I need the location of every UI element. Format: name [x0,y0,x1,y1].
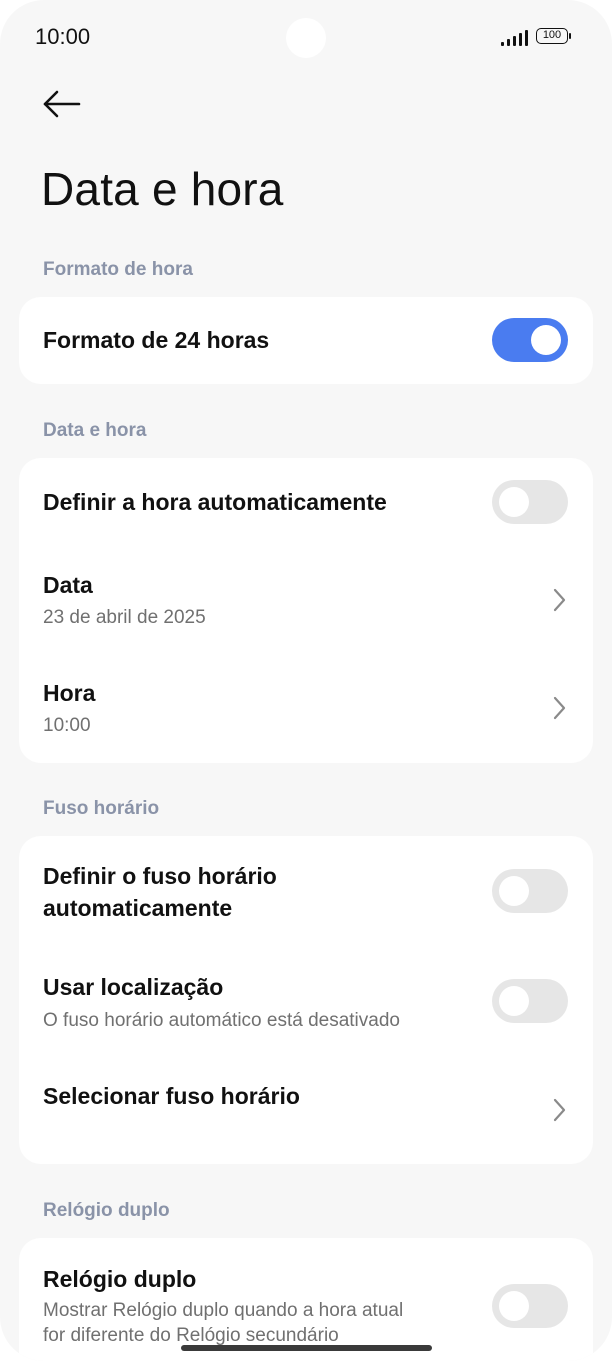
toggle-auto-time-zone[interactable] [492,869,568,913]
row-auto-time[interactable]: Definir a hora automaticamente [19,458,593,548]
row-subtitle: 23 de abril de 2025 [43,607,206,628]
battery-level: 100 [536,28,568,44]
row-use-location[interactable]: Usar localização O fuso horário automáti… [19,946,593,1056]
row-select-time-zone[interactable]: Selecionar fuso horário [19,1056,593,1164]
row-title: Usar localização [43,974,224,1000]
camera-cutout [286,18,326,58]
toggle-auto-time[interactable] [492,480,568,524]
section-header-dual-clock: Relógio duplo [43,1200,170,1221]
arrow-left-icon [43,90,81,118]
row-time[interactable]: Hora 10:00 [19,656,593,763]
card-dual-clock: Relógio duplo Mostrar Relógio duplo quan… [19,1238,593,1361]
row-subtitle-line-1: Mostrar Relógio duplo quando a hora atua… [43,1300,404,1321]
toggle-24-hour-format[interactable] [492,318,568,362]
row-subtitle: 10:00 [43,715,91,736]
page-title: Data e hora [41,163,284,215]
back-button[interactable] [36,84,86,124]
card-time-zone: Definir o fuso horário automaticamente U… [19,836,593,1164]
chevron-right-icon [553,696,566,720]
toggle-knob [499,487,529,517]
row-title: Definir a hora automaticamente [43,489,387,515]
battery-icon: 100 [536,28,572,46]
home-indicator[interactable] [181,1345,432,1351]
row-title-line-2: automaticamente [43,895,233,921]
row-title: Relógio duplo [43,1266,197,1292]
toggle-knob [499,876,529,906]
chevron-right-icon [553,1098,566,1122]
row-title: Hora [43,680,96,706]
card-time-format: Formato de 24 horas [19,297,593,384]
toggle-knob [499,1291,529,1321]
row-auto-time-zone[interactable]: Definir o fuso horário automaticamente [19,836,593,946]
toggle-use-location[interactable] [492,979,568,1023]
toggle-dual-clock[interactable] [492,1284,568,1328]
row-title: Formato de 24 horas [43,327,270,353]
toggle-knob [499,986,529,1016]
row-24-hour-format[interactable]: Formato de 24 horas [19,297,593,384]
row-date[interactable]: Data 23 de abril de 2025 [19,548,593,656]
battery-tip [569,33,571,39]
row-dual-clock[interactable]: Relógio duplo Mostrar Relógio duplo quan… [19,1238,593,1361]
section-header-date-time: Data e hora [43,420,147,441]
section-header-time-zone: Fuso horário [43,798,160,819]
card-date-time: Definir a hora automaticamente Data 23 d… [19,458,593,763]
row-title: Data [43,572,93,598]
status-bar: 10:00 100 [0,0,612,76]
toggle-knob [531,325,561,355]
row-subtitle: O fuso horário automático está desativad… [43,1010,400,1031]
signal-icon [501,30,528,46]
row-title: Selecionar fuso horário [43,1083,300,1109]
row-title-line-1: Definir o fuso horário [43,863,277,889]
chevron-right-icon [553,588,566,612]
section-header-time-format: Formato de hora [43,259,193,280]
settings-screen: 10:00 100 Data e hora Formato de hora Fo… [0,0,612,1361]
status-time: 10:00 [35,24,91,49]
